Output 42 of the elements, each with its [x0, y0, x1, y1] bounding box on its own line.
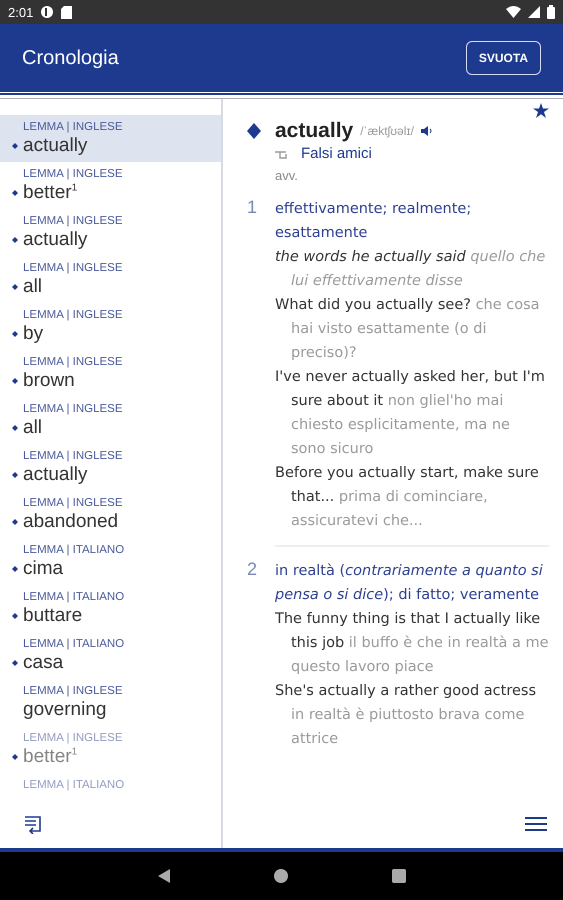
recents-icon[interactable] [392, 869, 406, 883]
history-item[interactable]: LEMMA | INGLESE better$^{1}$ [0, 162, 221, 209]
status-time: 2:01 [8, 4, 34, 20]
part-of-speech: avv. [274, 168, 299, 183]
headword: actually [275, 119, 354, 143]
history-item[interactable]: LEMMA | INGLESE by [0, 303, 221, 350]
history-item[interactable]: LEMMA | INGLESE all [0, 397, 221, 444]
history-item[interactable]: LEMMA | INGLESE better$^{1}$ [0, 726, 221, 773]
home-icon[interactable] [274, 869, 288, 883]
history-item[interactable]: LEMMA | INGLESE brown [0, 350, 221, 397]
clear-button[interactable]: SVUOTA [466, 41, 541, 75]
example-sentence: She's actually a rather good actress in realtà è piuttosto brava come attrice [275, 682, 538, 749]
star-icon[interactable] [533, 103, 549, 118]
history-item[interactable]: LEMMA | INGLESE actually [0, 209, 221, 256]
history-item[interactable]: LEMMA | INGLESE abandoned [0, 491, 221, 538]
notification-icon [40, 5, 54, 19]
sd-card-icon [61, 6, 72, 18]
history-item[interactable]: LEMMA | INGLESE actually [0, 115, 221, 162]
translation: effettivamente; realmente; esattamente [275, 200, 472, 243]
sense-number: 2 [247, 559, 258, 581]
example-sentence: What did you actually see? che cosa hai visto esattamente (o di preciso)? [275, 296, 541, 363]
battery-icon [547, 5, 555, 19]
menu-icon[interactable] [525, 817, 547, 831]
example-sentence: Before you actually start, make sure that... prima di cominciare, assicuratevi che... [275, 464, 540, 531]
history-item[interactable]: LEMMA | INGLESE governing [0, 679, 221, 726]
translation: in realtà (contrariamente a quanto si pensa o si dice); di fatto; veramente [275, 562, 544, 605]
history-item[interactable]: LEMMA | ITALIANO buttare [0, 585, 221, 632]
history-item[interactable]: LEMMA | INGLESE all [0, 256, 221, 303]
example-sentence: The funny thing is that I actually like this job il buffo è che in realtà a me questo lavoro piace [275, 610, 549, 677]
false-friends-link[interactable]: Falsi amici [301, 145, 372, 162]
history-item[interactable]: LEMMA | ITALIANO cima [0, 538, 221, 585]
speaker-icon[interactable] [420, 126, 433, 136]
app-bar-title: Cronologia [22, 46, 119, 70]
history-item[interactable]: LEMMA | INGLESE actually [0, 444, 221, 491]
sense-number: 1 [247, 197, 258, 219]
history-item[interactable]: LEMMA | ITALIANO casa [0, 632, 221, 679]
example-sentence: I've never actually asked her, but I'm sure about it non gliel'ho mai chiesto esplicitamente, ma ne sono sicuro [275, 368, 546, 459]
back-icon[interactable] [158, 869, 170, 883]
wifi-icon [506, 6, 521, 18]
diamond-icon [247, 123, 261, 139]
pronunciation: /ˈæktʃʊəlɪ/ [360, 124, 414, 138]
signal-icon [528, 6, 540, 18]
